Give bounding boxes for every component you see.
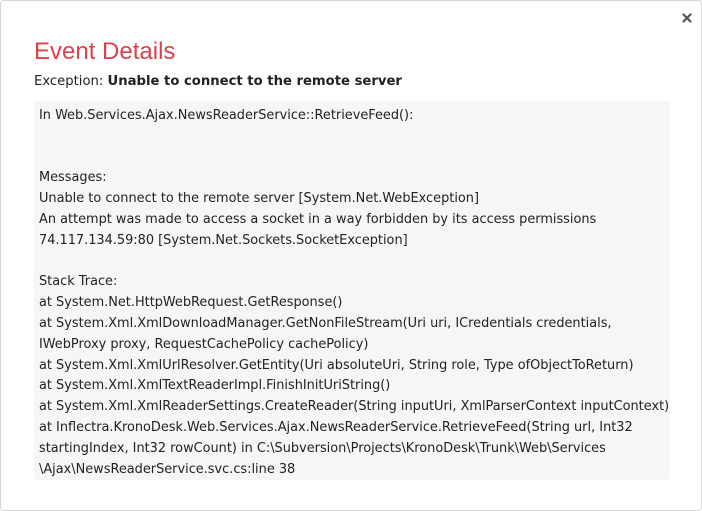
details-line: at System.Xml.XmlTextReaderImpl.FinishIn… <box>39 378 391 394</box>
details-line: at System.Net.HttpWebRequest.GetResponse… <box>39 295 343 311</box>
exception-details-panel: In Web.Services.Ajax.NewsReaderService::… <box>34 101 670 480</box>
details-line <box>39 148 670 169</box>
details-line: at System.Xml.XmlUrlResolver.GetEntity(U… <box>39 357 634 373</box>
details-line: Messages: <box>39 170 107 186</box>
details-line: Unable to connect to the remote server [… <box>39 191 479 207</box>
details-line: IWebProxy proxy, RequestCachePolicy cach… <box>39 336 369 352</box>
exception-summary: Exception: Unable to connect to the remo… <box>34 73 402 91</box>
exception-message: Unable to connect to the remote server <box>107 74 402 89</box>
details-line <box>39 252 670 273</box>
details-line: Stack Trace: <box>39 274 118 290</box>
event-details-dialog: Event Details Exception: Unable to conne… <box>0 0 702 511</box>
close-icon <box>682 13 692 23</box>
details-line: startingIndex, Int32 rowCount) in C:\Sub… <box>39 440 606 456</box>
details-line: at System.Xml.XmlDownloadManager.GetNonF… <box>39 315 612 331</box>
details-line: In Web.Services.Ajax.NewsReaderService::… <box>39 108 414 123</box>
dialog-title: Event Details <box>34 38 176 65</box>
details-line: at System.Xml.XmlReaderSettings.CreateRe… <box>39 399 670 415</box>
exception-label: Exception: <box>34 74 104 89</box>
details-line <box>39 127 670 148</box>
details-line: at Inflectra.KronoDesk.Web.Services.Ajax… <box>39 419 633 435</box>
details-line: 74.117.134.59:80 [System.Net.Sockets.Soc… <box>39 232 408 248</box>
close-button[interactable] <box>680 10 694 26</box>
details-line: An attempt was made to access a socket i… <box>39 211 597 227</box>
details-line: \Ajax\NewsReaderService.svc.cs:line 38 <box>39 461 296 477</box>
